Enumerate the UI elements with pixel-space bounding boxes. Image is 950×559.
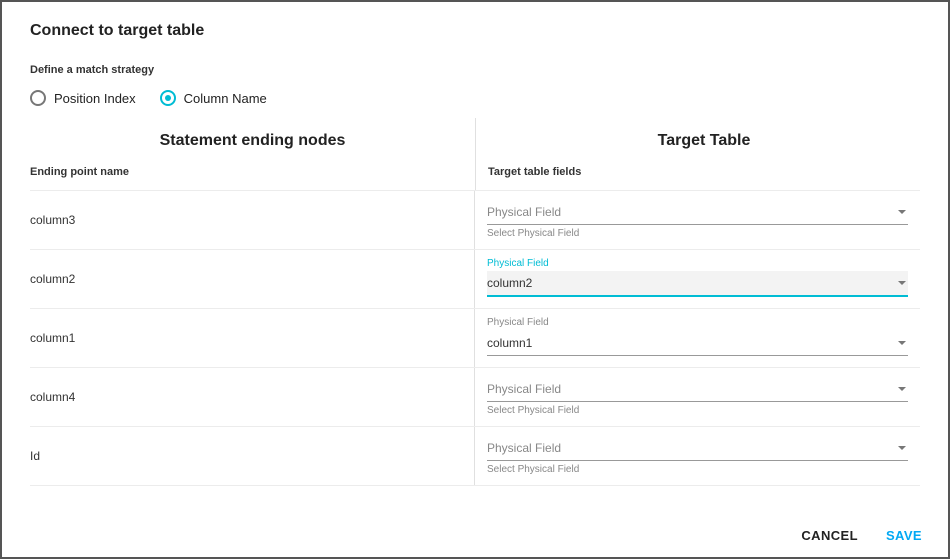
right-subheader: Target table fields [488, 166, 920, 190]
mapping-row: column2 Physical Field column2 [30, 249, 920, 308]
physical-field-select[interactable]: Physical Field [487, 376, 908, 402]
select-value: column1 [487, 336, 532, 350]
radio-label: Position Index [54, 91, 136, 106]
select-value: Physical Field [487, 382, 561, 396]
dialog-title: Connect to target table [30, 22, 920, 40]
save-button[interactable]: SAVE [884, 524, 924, 547]
radio-icon [160, 90, 176, 106]
cancel-button[interactable]: CANCEL [799, 524, 860, 547]
select-value: Physical Field [487, 441, 561, 455]
radio-icon [30, 90, 46, 106]
select-value: column2 [487, 276, 532, 290]
select-helper: Select Physical Field [487, 228, 908, 239]
radio-position-index[interactable]: Position Index [30, 90, 136, 106]
mapping-rows: column3 Physical Field Select Physical F… [30, 190, 920, 486]
select-helper: Select Physical Field [487, 405, 908, 416]
chevron-down-icon [898, 210, 906, 214]
mapping-row: column3 Physical Field Select Physical F… [30, 190, 920, 249]
ending-point-name: column3 [30, 191, 475, 249]
physical-field-select[interactable]: column2 [487, 271, 908, 297]
strategy-radio-group: Position Index Column Name [30, 90, 920, 106]
select-floating-label: Physical Field [487, 258, 908, 269]
ending-point-name: column2 [30, 250, 475, 308]
mapping-row: column1 Physical Field column1 [30, 308, 920, 367]
radio-label: Column Name [184, 91, 267, 106]
select-floating-label: Physical Field [487, 317, 908, 328]
chevron-down-icon [898, 281, 906, 285]
physical-field-select[interactable]: Physical Field [487, 199, 908, 225]
chevron-down-icon [898, 387, 906, 391]
chevron-down-icon [898, 341, 906, 345]
physical-field-select[interactable]: column1 [487, 330, 908, 356]
select-helper: Select Physical Field [487, 464, 908, 475]
radio-column-name[interactable]: Column Name [160, 90, 267, 106]
right-column-header: Target Table [488, 118, 920, 166]
ending-point-name: Id [30, 427, 475, 485]
dialog-footer: CANCEL SAVE [799, 524, 924, 547]
strategy-label: Define a match strategy [30, 64, 920, 76]
mapping-row: Id Physical Field Select Physical Field [30, 426, 920, 486]
ending-point-name: column1 [30, 309, 475, 367]
ending-point-name: column4 [30, 368, 475, 426]
select-value: Physical Field [487, 205, 561, 219]
chevron-down-icon [898, 446, 906, 450]
left-subheader: Ending point name [30, 166, 475, 190]
mapping-row: column4 Physical Field Select Physical F… [30, 367, 920, 426]
physical-field-select[interactable]: Physical Field [487, 435, 908, 461]
left-column-header: Statement ending nodes [30, 118, 475, 166]
